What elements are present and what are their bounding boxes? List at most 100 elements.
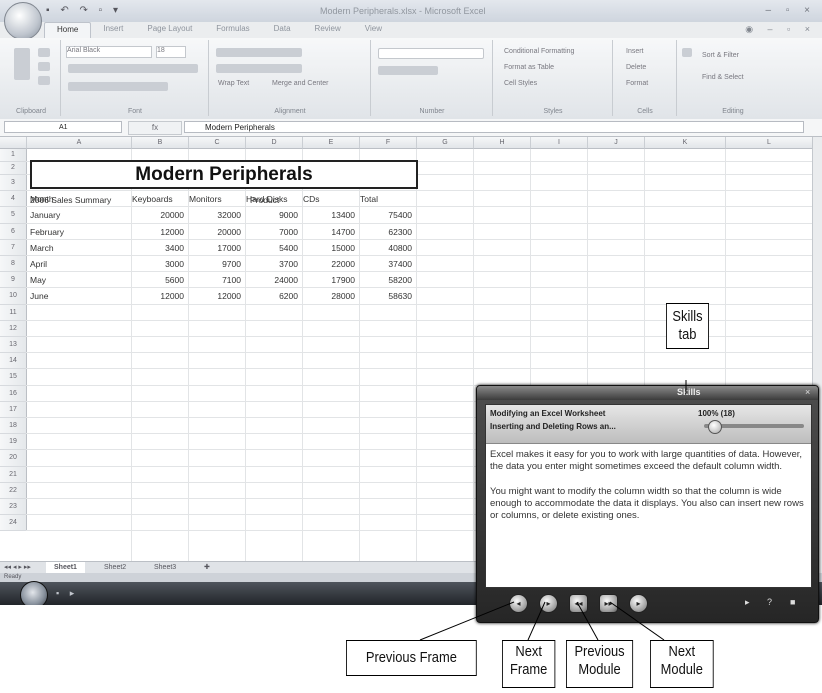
help-controls[interactable]: ◉ – ▫ × [745, 24, 816, 35]
close-icon[interactable]: × [805, 387, 810, 397]
row-header[interactable]: 1 [0, 149, 27, 162]
stop-icon[interactable]: ■ [790, 597, 795, 607]
start-button[interactable] [20, 581, 48, 605]
value-cell[interactable]: 3400 [132, 243, 184, 253]
office-button[interactable] [4, 2, 42, 40]
value-cell[interactable]: 5400 [246, 243, 298, 253]
value-cell[interactable]: 22000 [303, 259, 355, 269]
sheet-tab-sheet1[interactable]: Sheet1 [46, 562, 85, 573]
value-cell[interactable]: 17000 [189, 243, 241, 253]
value-cell[interactable]: 3000 [132, 259, 184, 269]
next-frame-button[interactable]: ▸ [539, 594, 558, 613]
row-header[interactable]: 17 [0, 401, 27, 418]
value-cell[interactable]: 12000 [132, 227, 184, 237]
column-header[interactable]: E [303, 137, 360, 149]
conditional-formatting-button[interactable]: Conditional Formatting [504, 48, 574, 55]
value-cell[interactable]: 58630 [360, 291, 412, 301]
formula-input[interactable]: Modern Peripherals [184, 121, 804, 133]
row-header[interactable]: 8 [0, 256, 27, 273]
name-box[interactable]: A1 [4, 121, 122, 133]
number-format-buttons[interactable] [378, 66, 438, 75]
header-cell[interactable]: Total [360, 194, 378, 204]
cut-icon[interactable] [38, 48, 50, 57]
row-header[interactable]: 10 [0, 288, 27, 305]
sort-filter-button[interactable]: Sort & Filter [702, 52, 739, 59]
number-format-select[interactable] [378, 48, 484, 59]
value-cell[interactable]: 9000 [246, 210, 298, 220]
header-cell[interactable]: Keyboards [132, 194, 173, 204]
row-header[interactable]: 16 [0, 385, 27, 402]
alignment-top-buttons[interactable] [216, 48, 302, 57]
row-header[interactable]: 5 [0, 207, 27, 224]
value-cell[interactable]: 3700 [246, 259, 298, 269]
previous-frame-button[interactable]: ◂ [509, 594, 528, 613]
column-header[interactable]: J [588, 137, 645, 149]
row-header[interactable]: 2 [0, 162, 27, 175]
row-header[interactable]: 20 [0, 450, 27, 467]
font-format-buttons[interactable] [68, 64, 198, 73]
row-header[interactable]: 6 [0, 223, 27, 240]
header-cell[interactable]: Monitors [189, 194, 222, 204]
header-cell[interactable]: Hard Disks [246, 194, 288, 204]
row-header[interactable]: 24 [0, 515, 27, 532]
format-as-table-button[interactable]: Format as Table [504, 64, 554, 71]
quick-access-toolbar[interactable]: ▪ ↶ ↷ ▫ ▾ [46, 5, 122, 16]
previous-module-button[interactable]: ◂◂ [569, 594, 588, 613]
select-all-corner[interactable] [0, 137, 27, 149]
month-cell[interactable]: February [30, 227, 130, 237]
row-header[interactable]: 22 [0, 482, 27, 499]
value-cell[interactable]: 13400 [303, 210, 355, 220]
delete-cells-button[interactable]: Delete [626, 64, 646, 71]
insert-cells-button[interactable]: Insert [626, 48, 644, 55]
value-cell[interactable]: 7100 [189, 275, 241, 285]
tab-page-layout[interactable]: Page Layout [135, 22, 204, 38]
header-cell[interactable]: CDs [303, 194, 320, 204]
row-header[interactable]: 4 [0, 191, 27, 208]
tab-view[interactable]: View [353, 22, 394, 38]
merge-center-button[interactable]: Merge and Center [272, 80, 328, 87]
month-cell[interactable]: March [30, 243, 130, 253]
row-header[interactable]: 15 [0, 369, 27, 386]
value-cell[interactable]: 9700 [189, 259, 241, 269]
tab-data[interactable]: Data [262, 22, 303, 38]
column-header[interactable]: B [132, 137, 189, 149]
window-controls[interactable]: – ▫ × [765, 5, 816, 16]
column-header[interactable]: L [726, 137, 812, 149]
skills-tab[interactable]: Skills [677, 387, 701, 397]
value-cell[interactable]: 12000 [189, 291, 241, 301]
format-cells-button[interactable]: Format [626, 80, 648, 87]
value-cell[interactable]: 5600 [132, 275, 184, 285]
value-cell[interactable]: 28000 [303, 291, 355, 301]
value-cell[interactable]: 12000 [132, 291, 184, 301]
alignment-buttons[interactable] [216, 64, 302, 73]
row-header[interactable]: 3 [0, 175, 27, 192]
format-painter-icon[interactable] [38, 76, 50, 85]
slider-knob[interactable] [708, 420, 722, 434]
month-cell[interactable]: April [30, 259, 130, 269]
value-cell[interactable]: 62300 [360, 227, 412, 237]
font-size-select[interactable]: 18 [156, 46, 186, 58]
month-cell[interactable]: June [30, 291, 130, 301]
column-header[interactable]: K [645, 137, 726, 149]
row-header[interactable]: 14 [0, 353, 27, 370]
row-header[interactable]: 21 [0, 466, 27, 483]
month-cell[interactable]: May [30, 275, 130, 285]
value-cell[interactable]: 7000 [246, 227, 298, 237]
row-header[interactable]: 23 [0, 499, 27, 516]
value-cell[interactable]: 24000 [246, 275, 298, 285]
tab-home[interactable]: Home [44, 22, 92, 38]
row-header[interactable]: 7 [0, 239, 27, 256]
column-header[interactable]: I [531, 137, 588, 149]
sheet-nav-arrows[interactable]: ◂◂ ◂ ▸ ▸▸ [4, 562, 31, 573]
row-header[interactable]: 13 [0, 337, 27, 354]
column-header[interactable]: A [27, 137, 132, 149]
sheet-tab-sheet2[interactable]: Sheet2 [96, 562, 134, 573]
header-cell[interactable]: Month [30, 194, 54, 204]
row-header[interactable]: 11 [0, 304, 27, 321]
value-cell[interactable]: 6200 [246, 291, 298, 301]
play-icon[interactable]: ▸ [745, 597, 750, 608]
value-cell[interactable]: 40800 [360, 243, 412, 253]
quick-launch-icons[interactable]: ▪ ▸ [56, 588, 78, 599]
value-cell[interactable]: 58200 [360, 275, 412, 285]
row-header[interactable]: 19 [0, 434, 27, 451]
